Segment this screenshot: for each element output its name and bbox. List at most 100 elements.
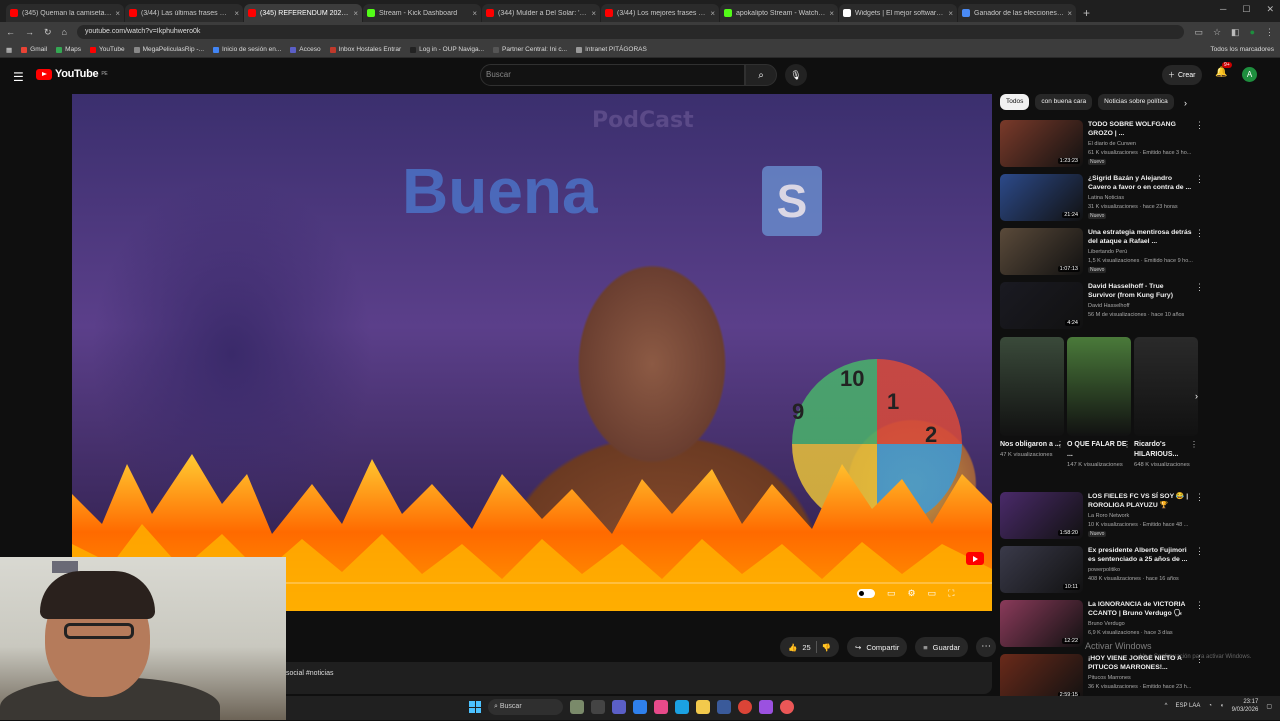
video-thumbnail[interactable]: 1:58:20 bbox=[1000, 492, 1083, 539]
like-count[interactable]: 25 bbox=[802, 643, 810, 652]
wifi-icon[interactable]: ◔ bbox=[1208, 703, 1212, 709]
video-menu-icon[interactable]: ⋮ bbox=[1195, 492, 1204, 503]
bookmark-item[interactable]: Intranet PITÁGORAS bbox=[576, 46, 647, 53]
taskbar-clock[interactable]: 23:17 9/03/2026 bbox=[1232, 698, 1259, 714]
browser-menu-icon[interactable]: ⋮ bbox=[1265, 27, 1274, 38]
video-menu-icon[interactable]: ⋮ bbox=[1195, 174, 1204, 185]
extensions-icon[interactable]: ◧ bbox=[1231, 27, 1240, 38]
shorts-next-chevron-icon[interactable]: › bbox=[1195, 391, 1198, 401]
file-explorer-icon[interactable] bbox=[696, 700, 710, 714]
subtitles-icon[interactable]: ▭ bbox=[887, 588, 896, 599]
short-item[interactable]: Nos obligaron a ... 47 K visualizaciones ⋮ bbox=[1000, 440, 1064, 458]
voice-search-button[interactable]: 🎙 bbox=[785, 64, 807, 86]
browser-tab[interactable]: (3/44) Los mejores frases del C...× bbox=[601, 4, 719, 22]
video-title[interactable]: Una estrategia mentirosa detrás del ataq… bbox=[1088, 228, 1192, 246]
bookmark-item[interactable]: Log in - OUP Naviga... bbox=[410, 46, 484, 53]
bookmark-item[interactable]: YouTube bbox=[90, 46, 125, 53]
short-title[interactable]: Nos obligaron a ... bbox=[1000, 440, 1064, 450]
short-thumbnail[interactable] bbox=[1000, 337, 1064, 436]
save-button[interactable]: ≡ Guardar bbox=[915, 637, 969, 657]
tray-chevron-icon[interactable]: ^ bbox=[1165, 703, 1168, 709]
video-thumbnail[interactable]: 2:59:15 bbox=[1000, 654, 1083, 701]
filter-chip[interactable]: Todos bbox=[1000, 94, 1030, 110]
browser-tab[interactable]: Widgets | El mejor software pa...× bbox=[839, 4, 957, 22]
channel-name[interactable]: David Hasselhoff bbox=[1088, 303, 1198, 309]
short-menu-icon[interactable]: ⋮ bbox=[1123, 440, 1131, 449]
browser-tab[interactable]: apokalipto Stream - Watch Live...× bbox=[720, 4, 838, 22]
settings-gear-icon[interactable]: ⚙ bbox=[908, 588, 916, 599]
channel-name[interactable]: La Roro Network bbox=[1088, 513, 1198, 519]
bookmark-item[interactable]: Partner Central: Ini c... bbox=[493, 46, 567, 53]
back-icon[interactable]: ← bbox=[6, 27, 15, 37]
app-icon-2[interactable] bbox=[717, 700, 731, 714]
close-tab-icon[interactable]: × bbox=[115, 9, 120, 18]
fullscreen-icon[interactable]: ⛶ bbox=[948, 588, 954, 599]
chips-next-chevron-icon[interactable]: › bbox=[1184, 98, 1187, 108]
autoplay-toggle[interactable] bbox=[857, 589, 875, 598]
obs-icon[interactable] bbox=[759, 700, 773, 714]
account-avatar[interactable]: A bbox=[1242, 67, 1257, 82]
short-item[interactable]: Ricardo's HILARIOUS... 648 K visualizacio… bbox=[1134, 440, 1198, 468]
language-indicator[interactable]: ESP LAA bbox=[1175, 703, 1200, 709]
browser-tab[interactable]: (3/44) Las últimas frases más gu...× bbox=[125, 4, 243, 22]
video-title[interactable]: ¿Sigrid Bazán y Alejandro Cavero a favor… bbox=[1088, 174, 1192, 192]
teams-icon[interactable] bbox=[612, 700, 626, 714]
profile-icon[interactable]: ● bbox=[1250, 27, 1255, 38]
chrome-icon[interactable] bbox=[738, 700, 752, 714]
close-tab-icon[interactable]: × bbox=[948, 9, 953, 18]
video-menu-icon[interactable]: ⋮ bbox=[1195, 120, 1204, 131]
short-thumbnail[interactable] bbox=[1067, 337, 1131, 436]
video-title[interactable]: La IGNORANCIA de VICTORIA CCANTO | Bruno… bbox=[1088, 600, 1192, 618]
recommended-video[interactable]: 4:24 David Hasselhoff - True Survivor (fr… bbox=[1000, 282, 1210, 334]
close-tab-icon[interactable]: × bbox=[591, 9, 596, 18]
share-button[interactable]: ↪ Compartir bbox=[847, 637, 908, 657]
apps-icon[interactable]: ▦ bbox=[6, 46, 12, 54]
short-title[interactable]: Ricardo's HILARIOUS... bbox=[1134, 440, 1198, 460]
browser-tab[interactable]: (345) REFERENDUM 2026 SEÑA...× bbox=[244, 4, 362, 22]
bookmark-item[interactable]: Inicio de sesión en... bbox=[213, 46, 281, 53]
close-tab-icon[interactable]: × bbox=[829, 9, 834, 18]
recommended-video[interactable]: 10:11 Ex presidente Alberto Fujimori es s… bbox=[1000, 546, 1210, 598]
video-thumbnail[interactable]: 1:07:13 bbox=[1000, 228, 1083, 275]
app-icon[interactable] bbox=[654, 700, 668, 714]
short-menu-icon[interactable]: ⋮ bbox=[1056, 440, 1064, 449]
short-item[interactable]: O QUE FALAR DE ... 147 K visualizaciones ⋮ bbox=[1067, 440, 1131, 468]
bookmark-item[interactable]: MegaPeliculasRip -... bbox=[133, 46, 204, 53]
bookmark-item[interactable]: Acceso bbox=[290, 46, 321, 53]
notification-center-icon[interactable]: ▢ bbox=[1266, 703, 1272, 710]
dislike-icon[interactable]: 👎 bbox=[822, 643, 831, 652]
new-tab-icon[interactable]: + bbox=[1077, 4, 1096, 22]
video-title[interactable]: LOS FIELES FC VS SÍ SOY 😂 | ROROLIGA PLA… bbox=[1088, 492, 1192, 510]
browser-tab[interactable]: (344) Mulder a Del Solar: 'Sona...× bbox=[482, 4, 600, 22]
like-icon[interactable]: 👍 bbox=[788, 643, 797, 652]
channel-name[interactable]: El diario de Curwen bbox=[1088, 141, 1198, 147]
recommended-video[interactable]: 1:07:13 Una estrategia mentirosa detrás d… bbox=[1000, 228, 1210, 280]
bookmark-item[interactable]: Gmail bbox=[21, 46, 47, 53]
short-thumbnail[interactable] bbox=[1134, 337, 1198, 436]
cast-icon[interactable]: ▭ bbox=[1194, 27, 1203, 38]
video-thumbnail[interactable]: 1:23:23 bbox=[1000, 120, 1083, 167]
channel-name[interactable]: powerpolitiko bbox=[1088, 567, 1198, 573]
video-thumbnail[interactable]: 21:24 bbox=[1000, 174, 1083, 221]
more-actions-icon[interactable]: ⋯ bbox=[976, 637, 997, 657]
video-menu-icon[interactable]: ⋮ bbox=[1195, 600, 1204, 611]
youtube-logo[interactable]: YouTube PE bbox=[36, 68, 108, 80]
edge-icon[interactable] bbox=[675, 700, 689, 714]
hamburger-menu-icon[interactable]: ☰ bbox=[13, 70, 24, 84]
close-tab-icon[interactable]: × bbox=[472, 9, 477, 18]
reload-icon[interactable]: ↻ bbox=[44, 27, 52, 38]
weather-widget-icon[interactable] bbox=[570, 700, 584, 714]
search-button[interactable]: ⌕ bbox=[745, 64, 777, 86]
filter-chip[interactable]: Noticias sobre política bbox=[1098, 94, 1174, 110]
video-title[interactable]: TODO SOBRE WOLFGANG GROZO | ... bbox=[1088, 120, 1192, 138]
bookmark-star-icon[interactable]: ☆ bbox=[1213, 27, 1221, 38]
video-menu-icon[interactable]: ⋮ bbox=[1195, 282, 1204, 293]
channel-name[interactable]: Pitucos Marrones bbox=[1088, 675, 1198, 681]
notifications-bell-icon[interactable]: 🔔 bbox=[1215, 67, 1227, 78]
record-app-icon[interactable] bbox=[780, 700, 794, 714]
video-thumbnail[interactable]: 12:22 bbox=[1000, 600, 1083, 647]
minimize-icon[interactable]: ─ bbox=[1220, 4, 1226, 15]
theater-mode-icon[interactable]: ▭ bbox=[928, 588, 937, 599]
volume-icon[interactable]: ◖ bbox=[1220, 703, 1224, 709]
short-title[interactable]: O QUE FALAR DE ... bbox=[1067, 440, 1131, 460]
